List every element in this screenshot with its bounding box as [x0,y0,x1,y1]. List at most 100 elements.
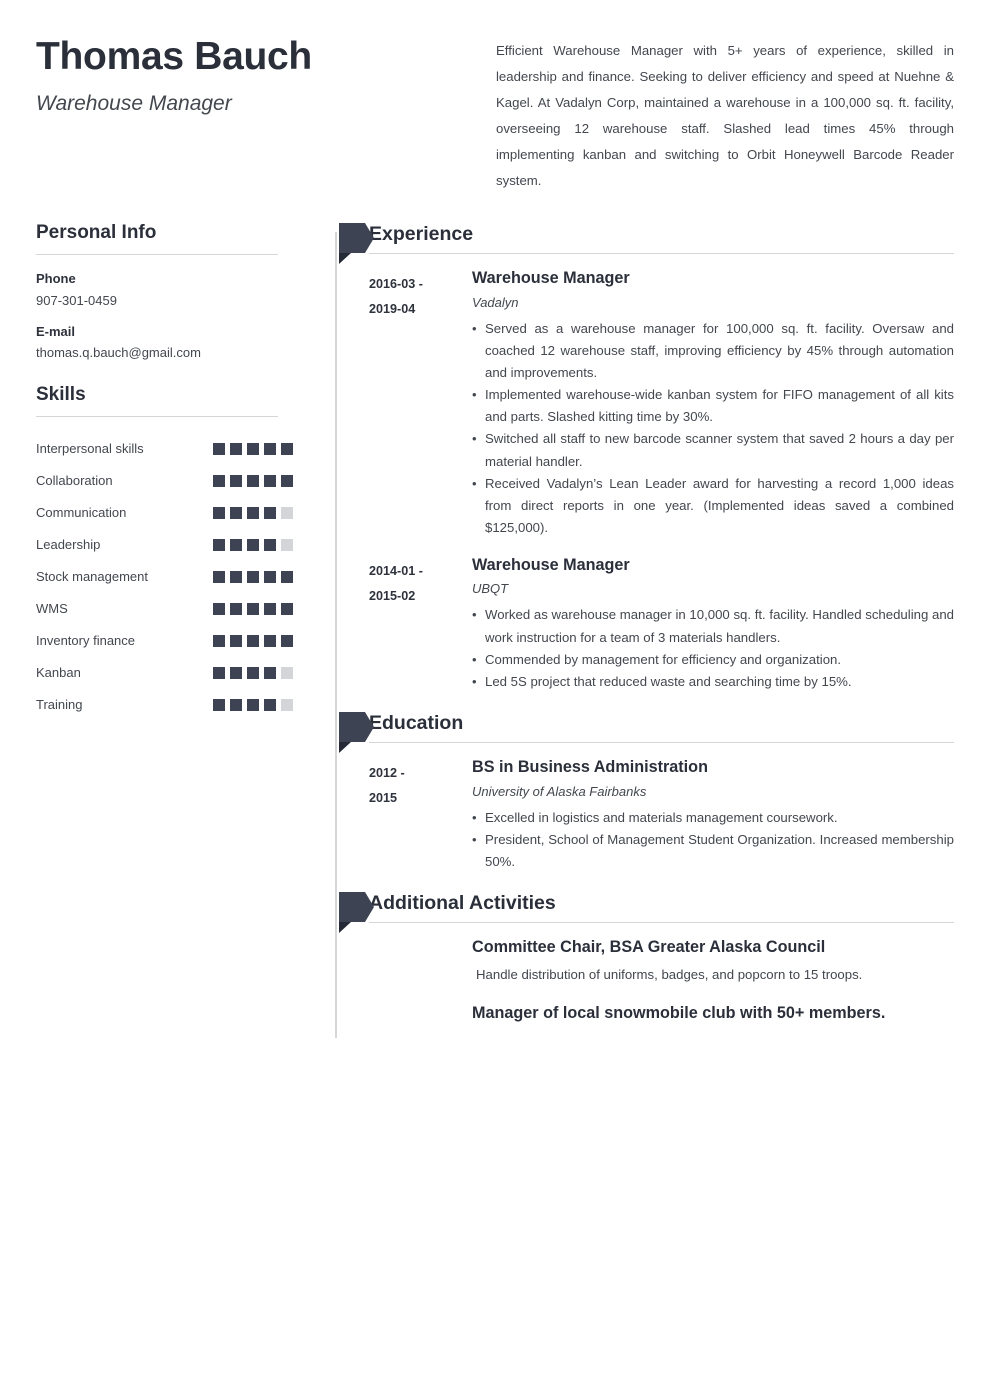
skill-square-filled [213,603,225,616]
main-column: Experience 2016-03 - 2019-04 Warehouse Man… [314,222,954,1038]
skill-level-meter [213,507,294,520]
skill-square-filled [213,507,225,520]
activity-title: Committee Chair, BSA Greater Alaska Coun… [472,938,826,957]
skill-level-meter [213,699,294,712]
skill-square-filled [247,667,259,680]
skill-square-filled [264,539,276,552]
skill-square-filled [230,603,242,616]
entry: 2014-01 - 2015-02 Warehouse Manager UBQT Wor… [334,555,954,693]
header-summary: Efficient Warehouse Manager with 5+ year… [496,30,954,194]
entry-bullet: Served as a warehouse manager for 100,00… [472,318,954,385]
entry: 2012 - 2015 BS in Business Administration U… [334,757,954,873]
skill-square-empty [281,667,293,680]
entry-date-from: 2012 - [369,766,405,781]
skill-square-filled [213,571,225,584]
experience-entries: 2016-03 - 2019-04 Warehouse Manager Vadalyn… [334,268,954,693]
skill-square-filled [247,539,259,552]
skill-square-filled [264,475,276,488]
section-title: Additional Activities [369,892,556,915]
activity-entry: Committee Chair, BSA Greater Alaska Coun… [334,937,954,984]
skill-square-filled [230,507,242,520]
skill-row: Stock management [36,561,294,593]
skill-square-filled [230,571,242,584]
skill-square-filled [281,635,293,648]
skill-square-filled [247,571,259,584]
divider [36,253,278,255]
skill-square-filled [230,475,242,488]
info-value[interactable]: 907-301-0459 [36,293,294,310]
entry-bullet: Led 5S project that reduced waste and se… [472,671,954,693]
skill-level-meter [213,667,294,680]
entry-organization: Vadalyn [472,294,519,310]
skill-square-filled [230,635,242,648]
flag-marker-icon [339,712,374,754]
activity-description: Handle distribution of uniforms, badges,… [476,966,863,982]
entry-title: Warehouse Manager [472,556,630,575]
skill-square-filled [247,603,259,616]
page-title: Thomas Bauch [36,35,312,78]
entry-bullet: Implemented warehouse-wide kanban system… [472,384,954,428]
skills-list: Interpersonal skills Collaboration Communi… [36,433,294,721]
skill-square-filled [247,507,259,520]
info-label: Phone [36,270,76,286]
section-header: Additional Activities [334,891,954,934]
info-label: E-mail [36,323,76,339]
personal-info-heading: Personal Info [36,222,157,243]
info-field-email: E-mail thomas.q.bauch@gmail.com [36,324,294,363]
skill-row: Collaboration [36,465,294,497]
flag-marker-icon [339,892,374,934]
skill-name: Inventory finance [36,633,136,649]
skill-square-filled [247,635,259,648]
skill-square-filled [281,475,293,488]
skill-square-empty [281,699,293,712]
skill-level-meter [213,443,294,456]
entry-organization: UBQT [472,581,509,597]
skill-square-filled [213,699,225,712]
skill-square-filled [213,667,225,680]
skill-square-filled [281,603,293,616]
skill-square-filled [264,507,276,520]
skill-square-filled [281,571,293,584]
skill-square-empty [281,539,293,552]
skill-level-meter [213,571,294,584]
section-education: Education 2012 - 2015 BS in Business Admin… [334,711,954,873]
skill-name: Interpersonal skills [36,441,144,457]
skill-square-filled [247,443,259,456]
section-title: Education [369,712,464,735]
entry-bullet: Excelled in logistics and materials mana… [472,807,954,829]
flag-marker-icon [339,223,374,264]
section-skills: Skills Interpersonal skills Collaboration… [36,384,294,721]
skill-row: Leadership [36,529,294,561]
skill-square-filled [213,539,225,552]
skill-name: Leadership [36,537,101,553]
skill-row: WMS [36,593,294,625]
activity-entry: Manager of local snowmobile club with 50… [334,1003,954,1024]
skill-name: Kanban [36,665,81,681]
entry-bullet: Switched all staff to new barcode scanne… [472,428,954,472]
entry-date-range: 2014-01 - 2015-02 [369,555,472,608]
resume-body: Personal Info Phone 907-301-0459 E-mail … [0,222,990,1038]
skill-row: Kanban [36,657,294,689]
entry-bullet: Received Vadalyn’s Lean Leader award for… [472,473,954,540]
skill-square-filled [230,539,242,552]
entry-date-from: 2016-03 - [369,277,423,292]
info-value[interactable]: thomas.q.bauch@gmail.com [36,345,294,362]
skill-name: Stock management [36,569,149,585]
education-entries: 2012 - 2015 BS in Business Administration U… [334,757,954,873]
entry-date-range: 2012 - 2015 [369,757,472,810]
entry-title: Warehouse Manager [472,269,630,288]
skill-square-filled [264,603,276,616]
entry-bullet-list: Excelled in logistics and materials mana… [472,807,954,874]
entry-organization: University of Alaska Fairbanks [472,783,647,799]
skill-square-filled [264,667,276,680]
entry-details: Warehouse Manager UBQT Worked as warehouse… [472,555,954,693]
skill-name: WMS [36,601,68,617]
divider [369,922,954,924]
skill-level-meter [213,475,294,488]
activity-entries: Committee Chair, BSA Greater Alaska Coun… [334,937,954,1023]
entry-date-to: 2015-02 [369,588,416,603]
section-header: Education [334,711,954,754]
entry: 2016-03 - 2019-04 Warehouse Manager Vadalyn… [334,268,954,539]
skill-square-filled [230,667,242,680]
skills-heading: Skills [36,384,86,406]
